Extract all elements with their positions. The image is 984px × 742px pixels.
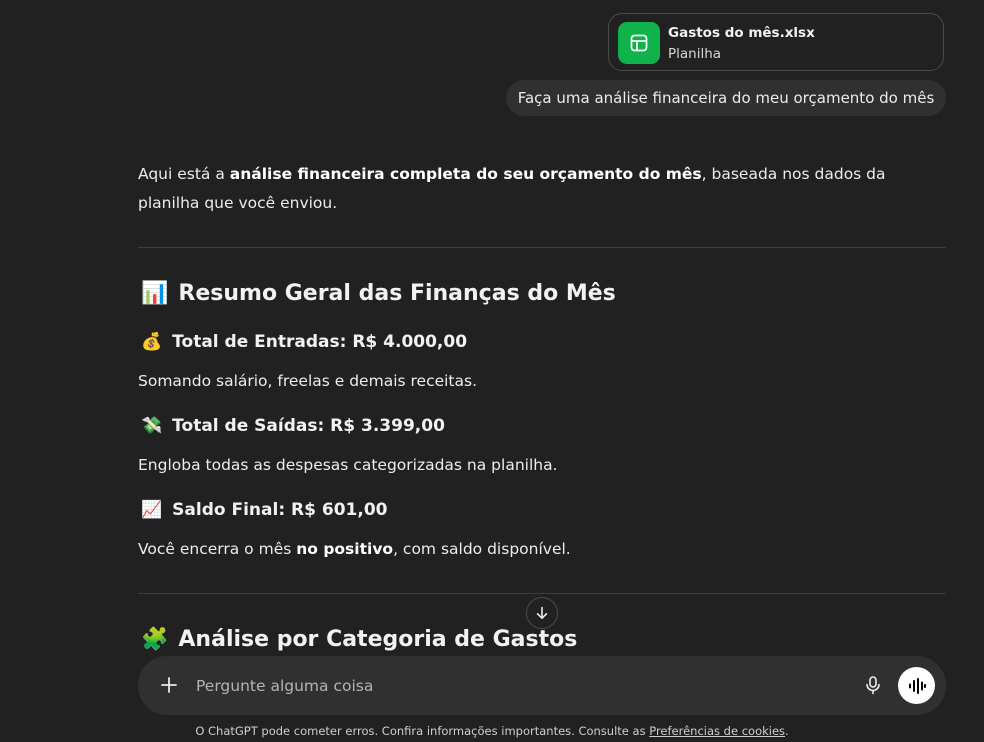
attachment-type: Planilha bbox=[668, 46, 722, 62]
chart-increasing-icon: 📈 bbox=[141, 500, 163, 520]
voice-mode-button[interactable] bbox=[898, 667, 935, 704]
spreadsheet-icon bbox=[618, 22, 660, 64]
intro-bold-text: análise financeira completa do seu orçam… bbox=[229, 165, 702, 183]
heading-saldo-final: 📈 Saldo Final: R$ 601,00 bbox=[141, 500, 388, 520]
cookie-preferences-link[interactable]: Preferências de cookies bbox=[649, 724, 785, 738]
microphone-icon[interactable] bbox=[862, 674, 884, 700]
heading-total-saidas: 💸 Total de Saídas: R$ 3.399,00 bbox=[141, 416, 445, 436]
attachment-card[interactable]: Gastos do mês.xlsx Planilha bbox=[608, 13, 944, 71]
entradas-text: Somando salário, freelas e demais receit… bbox=[138, 372, 478, 390]
message-composer bbox=[138, 656, 946, 715]
prompt-input[interactable] bbox=[194, 673, 798, 699]
voice-waveform-icon bbox=[908, 677, 926, 694]
saidas-text: Engloba todas as despesas categorizadas … bbox=[138, 456, 558, 474]
disclaimer-footer: O ChatGPT pode cometer erros. Confira in… bbox=[195, 724, 789, 738]
money-bag-icon: 💰 bbox=[141, 332, 163, 352]
attachment-name: Gastos do mês.xlsx bbox=[668, 25, 815, 41]
saldo-text: Você encerra o mês no positivo, com sald… bbox=[138, 540, 571, 558]
chat-page: Gastos do mês.xlsx Planilha Faça uma aná… bbox=[0, 0, 984, 742]
section-heading-resumo: 📊 Resumo Geral das Finanças do Mês bbox=[141, 281, 616, 306]
arrow-down-icon bbox=[536, 606, 548, 619]
divider bbox=[138, 593, 946, 594]
scroll-down-button[interactable] bbox=[526, 597, 558, 629]
puzzle-icon: 🧩 bbox=[141, 627, 169, 652]
assistant-intro: Aqui está a análise financeira completa … bbox=[138, 165, 886, 212]
section-heading-categorias: 🧩 Análise por Categoria de Gastos bbox=[141, 627, 578, 652]
user-message-bubble: Faça uma análise financeira do meu orçam… bbox=[506, 80, 946, 116]
divider bbox=[138, 247, 946, 248]
money-wings-icon: 💸 bbox=[141, 416, 163, 436]
heading-total-entradas: 💰 Total de Entradas: R$ 4.000,00 bbox=[141, 332, 468, 352]
plus-icon[interactable] bbox=[158, 674, 180, 700]
bar-chart-icon: 📊 bbox=[141, 281, 169, 306]
